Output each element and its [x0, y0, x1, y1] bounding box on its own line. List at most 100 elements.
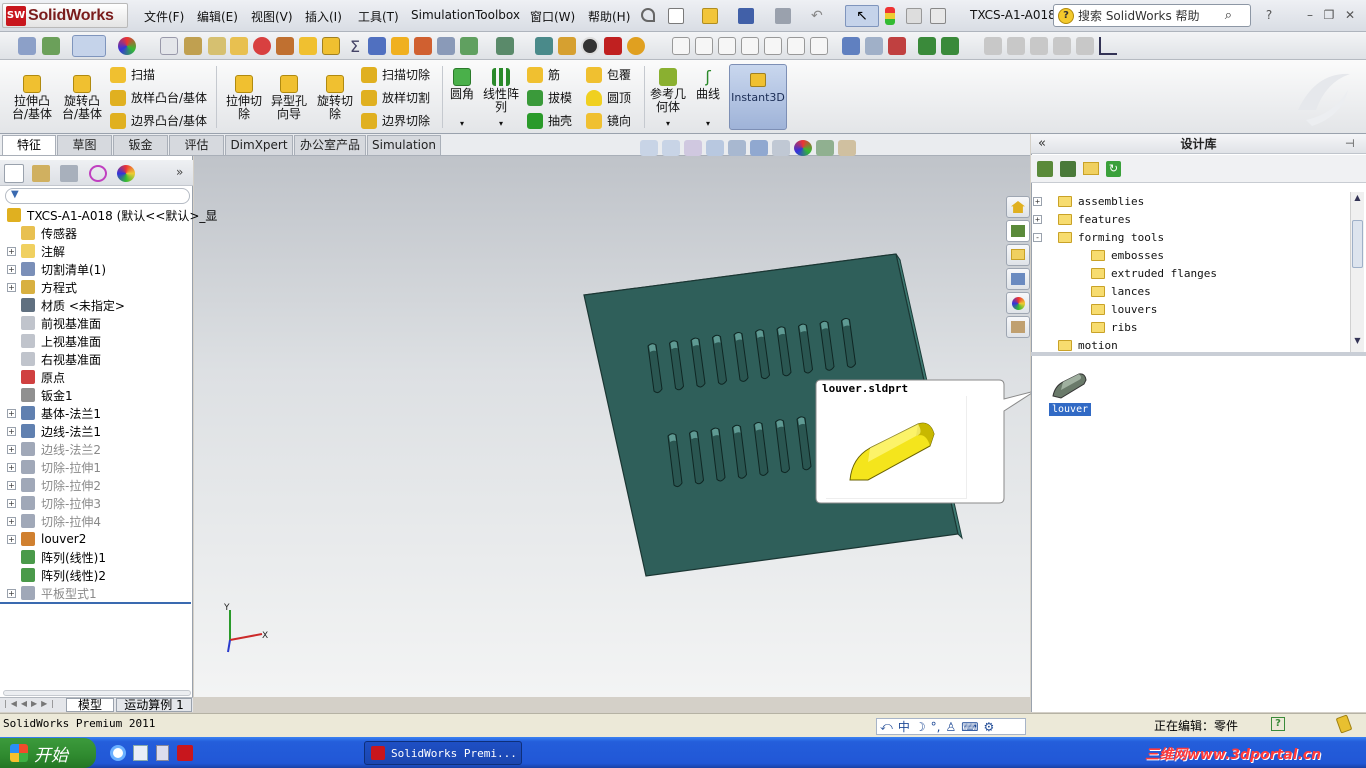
search-icon[interactable]: ⌕: [1225, 8, 1232, 23]
tab-sheet-metal[interactable]: 钣金: [113, 135, 168, 155]
expand-toggle-icon[interactable]: +: [7, 426, 16, 436]
rib-button[interactable]: 筋: [527, 66, 560, 83]
pin-pane-icon[interactable]: ⊣: [1345, 137, 1355, 150]
tab-simulation[interactable]: Simulation: [367, 135, 441, 155]
rebuild-traffic-light-icon[interactable]: [885, 7, 895, 25]
scroll-thumb[interactable]: [1352, 220, 1363, 268]
design-library-splitter[interactable]: [1031, 352, 1366, 356]
menu-insert[interactable]: 插入(I): [305, 8, 342, 25]
add-file-location-icon[interactable]: [1060, 161, 1076, 177]
design-library-folder[interactable]: embosses: [1091, 246, 1164, 264]
extrude-boss-button[interactable]: 拉伸凸 台/基体: [10, 75, 54, 121]
grid-icon[interactable]: [984, 37, 1002, 55]
tab-evaluate[interactable]: 评估: [169, 135, 224, 155]
feature-tree-item[interactable]: 前视基准面: [0, 314, 193, 332]
tab-office-products[interactable]: 办公室产品: [294, 135, 366, 155]
ime-toolbar[interactable]: ⤺ 中 ☽ °, ♙ ⌨ ⚙: [876, 718, 1026, 735]
view-top-icon[interactable]: [764, 37, 782, 55]
layer-icon[interactable]: [918, 37, 936, 55]
smart-dimension-icon[interactable]: [42, 37, 60, 55]
menu-toolbox[interactable]: Toolbox: [475, 8, 520, 22]
curves-button[interactable]: ʃ 曲线 ▾: [692, 68, 724, 130]
design-library-folder[interactable]: - forming tools: [1033, 228, 1164, 246]
feature-tree-item[interactable]: 上视基准面: [0, 332, 193, 350]
feature-tree-filter[interactable]: ▼: [5, 188, 190, 204]
sketch-line-icon[interactable]: [842, 37, 860, 55]
explorer-icon[interactable]: [133, 745, 148, 761]
feature-tree-item[interactable]: + 切除-拉伸2: [0, 476, 193, 494]
ime-halfwidth-icon[interactable]: ☽: [915, 720, 926, 734]
weld-symbol-icon[interactable]: [276, 37, 294, 55]
tab-model[interactable]: 模型: [66, 698, 114, 712]
ie-icon[interactable]: [110, 745, 126, 761]
taskpane-resources-tab[interactable]: [1006, 196, 1030, 218]
render-icon[interactable]: [627, 37, 645, 55]
expand-toggle-icon[interactable]: +: [7, 516, 16, 526]
view-front-icon[interactable]: [672, 37, 690, 55]
feature-tree-item[interactable]: + 切割清单(1): [0, 260, 193, 278]
tab-sketch[interactable]: 草图: [57, 135, 112, 155]
flex-icon[interactable]: [535, 37, 553, 55]
select-toolbar-icon[interactable]: [72, 35, 106, 57]
zoom-to-fit-icon[interactable]: [640, 140, 658, 156]
rollback-bar[interactable]: [0, 602, 191, 604]
record-icon[interactable]: [604, 37, 622, 55]
taskpane-custom-properties-tab[interactable]: [1006, 316, 1030, 338]
expand-toggle-icon[interactable]: +: [7, 498, 16, 508]
design-library-folder[interactable]: ribs: [1091, 318, 1138, 336]
ime-settings-icon[interactable]: ⚙: [984, 720, 995, 734]
options-icon[interactable]: [930, 8, 946, 24]
feature-tree-item[interactable]: + 基体-法兰1: [0, 404, 193, 422]
view-orientation-icon[interactable]: [728, 140, 746, 156]
file-properties-icon[interactable]: [906, 8, 922, 24]
sketch-icon[interactable]: [18, 37, 36, 55]
fillet-button[interactable]: 圆角 ▾: [447, 68, 477, 130]
design-library-folder[interactable]: louvers: [1091, 300, 1157, 318]
section-view-icon[interactable]: [706, 140, 724, 156]
feature-tree-item[interactable]: 阵列(线性)2: [0, 566, 193, 584]
tab-dimxpert[interactable]: DimXpert: [225, 135, 293, 155]
lines-icon[interactable]: [1030, 37, 1048, 55]
louver-item-icon[interactable]: [1049, 370, 1089, 402]
menu-edit[interactable]: 编辑(E): [197, 8, 238, 25]
sketch-point-icon[interactable]: [865, 37, 883, 55]
help-search-box[interactable]: ? 搜索 SolidWorks 帮助 ⌕: [1053, 4, 1251, 27]
expand-toggle-icon[interactable]: +: [7, 264, 16, 274]
feature-tree-item[interactable]: + louver2: [0, 530, 193, 548]
feature-tree-item[interactable]: + 方程式: [0, 278, 193, 296]
tab-motion-study[interactable]: 运动算例 1: [116, 698, 192, 712]
open-folder-icon[interactable]: [702, 8, 718, 24]
select-arrow-icon[interactable]: ↖: [845, 5, 879, 27]
taskbar-app-solidworks[interactable]: SolidWorks Premi...: [364, 741, 522, 765]
ime-user-icon[interactable]: ♙: [945, 720, 956, 734]
zoom-area-icon[interactable]: [662, 140, 680, 156]
collapse-pane-icon[interactable]: «: [1038, 136, 1046, 151]
expand-toggle-icon[interactable]: +: [1033, 214, 1042, 224]
balloon-icon[interactable]: [208, 37, 226, 55]
revolve-cut-button[interactable]: 旋转切 除: [313, 75, 357, 121]
wrap-button[interactable]: 包覆: [586, 66, 631, 83]
tab-nav-arrows[interactable]: |◀◀▶▶|: [4, 699, 58, 708]
configuration-manager-tab-icon[interactable]: [60, 165, 78, 182]
menu-tools[interactable]: 工具(T): [358, 8, 399, 25]
view-right-icon[interactable]: [741, 37, 759, 55]
restore-icon[interactable]: ❐: [1322, 8, 1336, 22]
feature-tree-item[interactable]: TXCS-A1-A018 (默认<<默认>_显: [0, 206, 217, 224]
note-icon[interactable]: [184, 37, 202, 55]
expand-toggle-icon[interactable]: +: [7, 408, 16, 418]
menu-help[interactable]: 帮助(H): [588, 8, 630, 25]
view-back-icon[interactable]: [695, 37, 713, 55]
axis-icon[interactable]: [1099, 37, 1117, 55]
feature-tree-item[interactable]: + 平板型式1: [0, 584, 193, 602]
section-icon[interactable]: [414, 37, 432, 55]
feature-tree-item[interactable]: + 切除-拉伸4: [0, 512, 193, 530]
scroll-down-icon[interactable]: ▼: [1352, 336, 1363, 348]
display-manager-tab-icon[interactable]: [117, 165, 135, 182]
sum-icon[interactable]: Σ: [346, 37, 364, 56]
status-help-icon[interactable]: ?: [1271, 717, 1285, 731]
expand-toggle-icon[interactable]: +: [7, 588, 16, 598]
ime-chinese-icon[interactable]: 中: [898, 718, 910, 735]
ref-geom-dropdown-icon[interactable]: ▾: [648, 117, 688, 130]
revolve-boss-button[interactable]: 旋转凸 台/基体: [60, 75, 104, 121]
lofted-cut-button[interactable]: 放样切割: [361, 89, 430, 106]
